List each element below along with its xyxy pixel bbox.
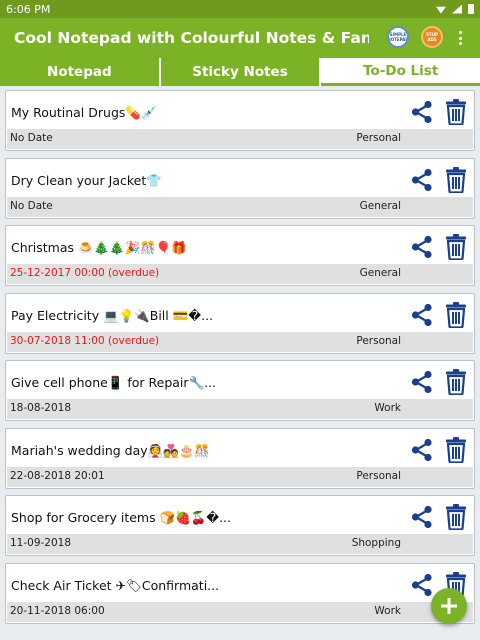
todo-footer: 11-09-2018 Shopping [7,534,473,554]
todo-date: 25-12-2017 00:00 (overdue) [10,267,160,279]
todo-title: Mariah's wedding day👰💑🎂🎊 [11,442,210,458]
todo-card[interactable]: Pay Electricity 💻💡🔌Bill 💳�... 30-07-2018 … [5,292,475,354]
todo-title: Check Air Ticket ✈🏷Confirmati... [11,577,220,593]
todo-date: No Date [10,132,53,144]
todo-title: Dry Clean your Jacket👕 [11,172,162,188]
todo-card[interactable]: Christmas 🍮🎄🎄🎉🎊🎈🎁 25-12-2017 00:00 (overd… [5,225,475,286]
todo-title: Pay Electricity 💻💡🔌Bill 💳�... [11,307,214,323]
notepad-badge-text: SIMPLE NOTEPAD [387,32,409,42]
todo-footer: 18-08-2018 Work [7,399,473,419]
todo-footer: 25-12-2017 00:00 (overdue) General [7,264,473,284]
todo-footer: No Date Personal [7,129,473,149]
todo-date: 20-11-2018 06:00 [10,604,105,617]
tab-notepad[interactable]: Notepad [0,58,161,86]
plus-icon [441,598,457,614]
todo-card[interactable]: Shop for Grocery items 🍞🍓🍒�... 11-09-2018… [5,495,475,556]
status-time: 6:06 PM [6,2,51,16]
todo-category: Work [374,402,401,414]
app-title: Cool Notepad with Colourful Notes & Fanc… [14,29,369,47]
todo-category: General [359,267,401,279]
share-icon[interactable] [409,167,435,193]
trash-icon[interactable] [444,368,468,396]
todo-title: Give cell phone📱 for Repair🔧... [11,375,217,390]
todo-card[interactable]: Mariah's wedding day👰💑🎂🎊 22-08-2018 20:01… [5,427,475,489]
trash-icon[interactable] [444,436,468,464]
tab-notepad-label: Notepad [47,64,112,80]
stop-ads-button[interactable]: STOP ADS [421,26,443,48]
todo-date: No Date [10,199,53,212]
trash-icon[interactable] [444,98,468,126]
todo-category: General [359,199,401,212]
tab-sticky-notes[interactable]: Sticky Notes [161,58,322,86]
add-todo-button[interactable] [431,588,467,624]
todo-title: Christmas 🍮🎄🎄🎉🎊🎈🎁 [11,240,187,255]
share-icon[interactable] [409,369,435,395]
app-bar: Cool Notepad with Colourful Notes & Fanc… [0,18,480,58]
todo-footer: No Date General [7,196,473,217]
todo-date: 11-09-2018 [10,537,72,549]
notepad-badge-button[interactable]: SIMPLE NOTEPAD [387,26,409,48]
todo-category: Personal [356,334,401,347]
todo-card[interactable]: Dry Clean your Jacket👕 No Date General [5,157,475,219]
share-icon[interactable] [409,504,435,530]
todo-list[interactable]: My Routinal Drugs💊💉 No Date Personal Dry Cl… [0,86,480,640]
tab-sticky-notes-label: Sticky Notes [192,64,288,80]
todo-date: 30-07-2018 11:00 (overdue) [10,334,160,347]
signal-icon [452,4,462,14]
share-icon[interactable] [409,99,435,125]
share-icon[interactable] [409,437,435,463]
tab-todo-list[interactable]: To-Do List [321,58,480,86]
trash-icon[interactable] [444,503,468,531]
todo-footer: 20-11-2018 06:00 Work [7,601,473,622]
todo-date: 22-08-2018 20:01 [10,469,105,482]
trash-icon[interactable] [444,233,468,261]
overflow-menu-icon[interactable] [452,29,468,47]
todo-card[interactable]: Give cell phone📱 for Repair🔧... 18-08-201… [5,360,475,421]
trash-icon[interactable] [444,166,468,194]
status-icons [436,4,474,14]
todo-card[interactable]: Check Air Ticket ✈🏷Confirmati... 20-11-20… [5,562,475,624]
todo-category: Personal [356,469,401,482]
todo-title: Shop for Grocery items 🍞🍓🍒�... [11,510,232,525]
stop-ads-text: STOP ADS [426,32,438,42]
battery-icon [468,4,474,14]
share-icon[interactable] [409,572,435,598]
wifi-icon [436,6,446,14]
tab-bar: Notepad Sticky Notes To-Do List [0,58,480,86]
todo-card[interactable]: My Routinal Drugs💊💉 No Date Personal [5,90,475,151]
todo-category: Personal [356,132,401,144]
share-icon[interactable] [409,302,435,328]
todo-footer: 22-08-2018 20:01 Personal [7,466,473,487]
trash-icon[interactable] [444,301,468,329]
todo-footer: 30-07-2018 11:00 (overdue) Personal [7,331,473,352]
todo-date: 18-08-2018 [10,402,72,414]
todo-category: Work [374,604,401,617]
tab-todo-list-label: To-Do List [363,62,439,79]
todo-category: Shopping [351,537,401,549]
todo-title: My Routinal Drugs💊💉 [11,105,157,120]
share-icon[interactable] [409,234,435,260]
status-bar: 6:06 PM [0,0,480,18]
